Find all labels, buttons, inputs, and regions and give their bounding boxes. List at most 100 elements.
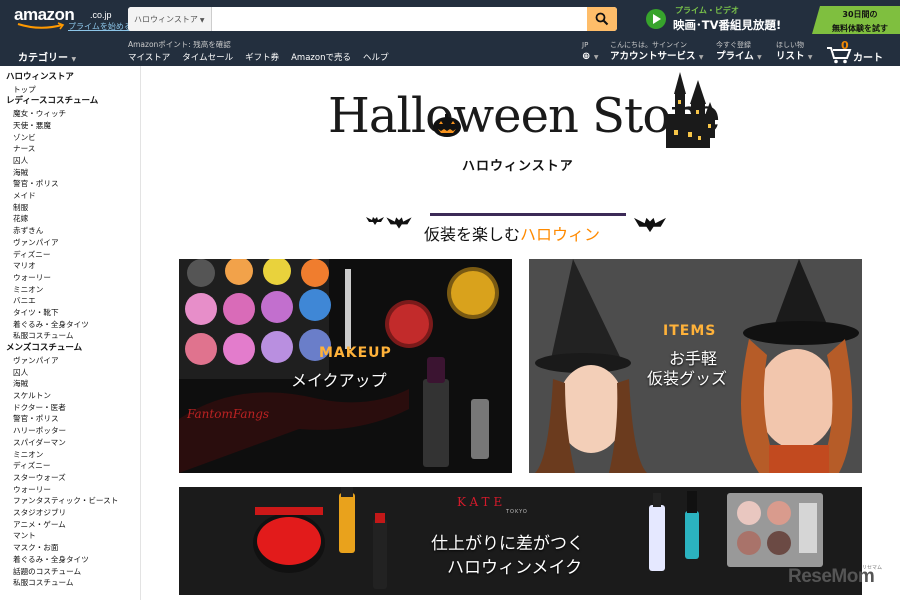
- play-icon[interactable]: [646, 9, 666, 29]
- sidebar-section-title[interactable]: メンズコスチューム: [0, 343, 140, 355]
- cart-label: カート: [853, 53, 883, 64]
- sidebar-item[interactable]: スケルトン: [0, 390, 140, 402]
- category-menu-button[interactable]: カテゴリー ▼: [18, 49, 76, 64]
- sidebar-item[interactable]: ミニオン: [0, 284, 140, 296]
- prime-menu[interactable]: 今すぐ登録 プライム ▼: [716, 41, 762, 64]
- sidebar-item[interactable]: 警官・ポリス: [0, 413, 140, 425]
- sidebar-section-title[interactable]: レディースコスチューム: [0, 96, 140, 108]
- resemom-watermark-small: リセマム: [862, 565, 883, 571]
- sidebar-item[interactable]: ドクター・医者: [0, 402, 140, 414]
- items-banner[interactable]: ITEMS お手軽 仮装グッズ: [529, 259, 862, 473]
- sidebar-item[interactable]: ゾンビ: [0, 132, 140, 144]
- kate-banner[interactable]: KATE TOKYO 仕上がりに差がつく ハロウィンメイク: [179, 487, 862, 595]
- haunted-castle-icon: [664, 72, 716, 148]
- sidebar-item[interactable]: ディズニー: [0, 249, 140, 261]
- nav-link-mystore[interactable]: マイストア: [128, 51, 170, 63]
- main-content: Halloween Store ハロウィンストア 仮装を楽しむハロウィン MAK…: [142, 66, 900, 600]
- bat-icon: [634, 217, 666, 233]
- sidebar-item[interactable]: ミニオン: [0, 449, 140, 461]
- nav-link-sell[interactable]: Amazonで売る: [291, 51, 351, 63]
- sidebar-item[interactable]: マント: [0, 530, 140, 542]
- free-trial-button[interactable]: 30日間の 無料体験を試す: [812, 6, 900, 34]
- sidebar-item[interactable]: タイツ・靴下: [0, 307, 140, 319]
- prime-video-label[interactable]: プライム・ビデオ: [675, 5, 739, 16]
- search-category-label: ハロウィンストア: [134, 15, 198, 24]
- sidebar-item[interactable]: スパイダーマン: [0, 437, 140, 449]
- sidebar-item[interactable]: 着ぐるみ・全身タイツ: [0, 319, 140, 331]
- prime-label: プライム: [716, 51, 754, 62]
- globe-icon: ⊕ ▼: [582, 51, 599, 62]
- items-label-line2: 仮装グッズ: [647, 369, 728, 388]
- sidebar-item[interactable]: 警官・ポリス: [0, 178, 140, 190]
- sidebar-section-title[interactable]: ハロウィンストア: [0, 72, 140, 84]
- items-label-en: ITEMS: [663, 323, 717, 339]
- bat-icon: [366, 217, 384, 225]
- trial-line2: 無料体験を試す: [832, 24, 888, 33]
- kate-label-line2: ハロウィンメイク: [447, 558, 583, 578]
- sidebar-item[interactable]: ディズニー: [0, 460, 140, 472]
- tagline-text: 仮装を楽しむ: [424, 225, 521, 244]
- sidebar-item[interactable]: 制服: [0, 202, 140, 214]
- points-link[interactable]: Amazonポイント: 残高を確認: [128, 39, 231, 50]
- chevron-down-icon: ▼: [757, 54, 762, 61]
- nav-link-giftcard[interactable]: ギフト券: [245, 51, 279, 63]
- wishlist-label: リスト: [776, 51, 805, 62]
- makeup-label-jp: メイクアップ: [291, 371, 387, 390]
- sidebar-item[interactable]: 魔女・ウィッチ: [0, 108, 140, 120]
- sidebar-item[interactable]: 天使・悪魔: [0, 120, 140, 132]
- sidebar-item[interactable]: 着ぐるみ・全身タイツ: [0, 554, 140, 566]
- sidebar-item[interactable]: トップ: [0, 84, 140, 96]
- chevron-down-icon: ▼: [199, 17, 205, 24]
- bat-icon: [386, 217, 412, 229]
- sidebar-item[interactable]: メイド: [0, 190, 140, 202]
- sidebar-item[interactable]: 囚人: [0, 367, 140, 379]
- nav-link-help[interactable]: ヘルプ: [363, 51, 389, 63]
- sidebar-item[interactable]: 話題のコスチューム: [0, 566, 140, 578]
- sidebar-item[interactable]: マリオ: [0, 260, 140, 272]
- sidebar-item[interactable]: 私服コスチューム: [0, 577, 140, 589]
- sidebar-item[interactable]: 赤ずきん: [0, 225, 140, 237]
- trial-line1: 30日間の: [842, 10, 878, 19]
- makeup-banner-image: [179, 259, 499, 473]
- account-label: アカウントサービス: [610, 51, 696, 62]
- sidebar-item[interactable]: ナース: [0, 143, 140, 155]
- prime-start-link[interactable]: プライムを始める: [68, 21, 132, 32]
- sidebar-item[interactable]: ヴァンパイア: [0, 355, 140, 367]
- language-selector[interactable]: JP ⊕ ▼: [582, 41, 599, 64]
- sidebar-item[interactable]: スタジオジブリ: [0, 507, 140, 519]
- search-category-dropdown[interactable]: ハロウィンストア ▼: [128, 7, 212, 31]
- sidebar-item[interactable]: 囚人: [0, 155, 140, 167]
- category-menu-label: カテゴリー: [18, 53, 68, 64]
- logo-suffix: .co.jp: [90, 10, 112, 20]
- tagline-highlight: ハロウィン: [520, 225, 601, 244]
- sidebar-item[interactable]: ハリーポッター: [0, 425, 140, 437]
- amazon-logo[interactable]: amazon .co.jp プライムを始める: [8, 4, 132, 34]
- kate-logo-sub: TOKYO: [506, 509, 528, 515]
- makeup-label-en: MAKEUP: [319, 345, 392, 361]
- sidebar-item[interactable]: アニメ・ゲーム: [0, 519, 140, 531]
- sidebar-item[interactable]: ファンタスティック・ビースト: [0, 495, 140, 507]
- sidebar-item[interactable]: ウォーリー: [0, 484, 140, 496]
- sidebar-item[interactable]: ヴァンパイア: [0, 237, 140, 249]
- smile-icon: [17, 22, 65, 30]
- prime-video-promo[interactable]: 映画･TV番組見放題!: [673, 17, 781, 33]
- sidebar-item[interactable]: バニエ: [0, 295, 140, 307]
- sidebar-item[interactable]: スターウォーズ: [0, 472, 140, 484]
- fantomfangs-logo: FantomFangs: [187, 407, 270, 421]
- sidebar-item[interactable]: ウォーリー: [0, 272, 140, 284]
- language-code: JP: [582, 41, 589, 49]
- sidebar-item[interactable]: 花嫁: [0, 213, 140, 225]
- search-input[interactable]: [212, 7, 585, 31]
- sidebar-item[interactable]: 海賊: [0, 167, 140, 179]
- sidebar-item[interactable]: 海賊: [0, 378, 140, 390]
- sidebar-item[interactable]: 私服コスチューム: [0, 330, 140, 342]
- makeup-banner[interactable]: MAKEUP メイクアップ FantomFangs: [179, 259, 512, 473]
- hero-subtitle: ハロウィンストア: [462, 159, 574, 174]
- account-menu[interactable]: こんにちは。サインイン アカウントサービス ▼: [610, 41, 703, 64]
- nav-link-timesale[interactable]: タイムセール: [182, 51, 233, 63]
- pumpkin-icon: [433, 114, 461, 137]
- wishlist-menu[interactable]: ほしい物 リスト ▼: [776, 41, 812, 64]
- sub-nav-links: マイストア タイムセール ギフト券 Amazonで売る ヘルプ: [128, 51, 388, 63]
- search-button[interactable]: [587, 7, 617, 31]
- sidebar-item[interactable]: マスク・お面: [0, 542, 140, 554]
